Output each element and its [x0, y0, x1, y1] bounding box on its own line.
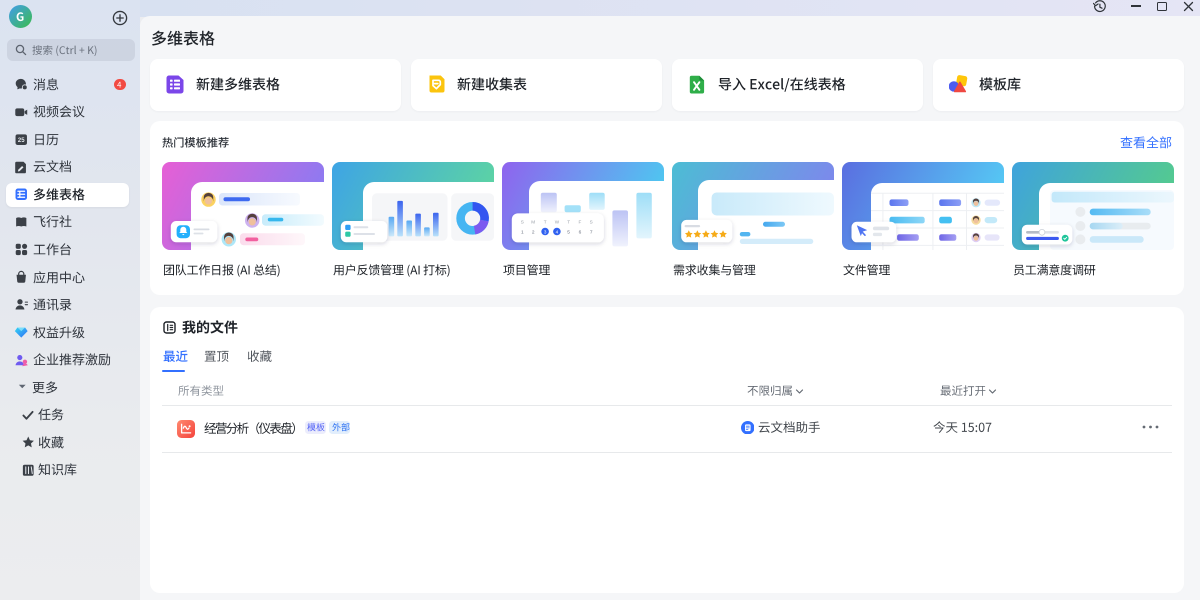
svg-text:M: M: [531, 220, 535, 225]
svg-text:5: 5: [567, 229, 570, 235]
svg-text:F: F: [578, 220, 581, 225]
svg-text:4: 4: [556, 229, 559, 234]
svg-text:W: W: [555, 220, 560, 225]
svg-text:6: 6: [579, 229, 582, 235]
svg-text:25: 25: [18, 138, 25, 144]
svg-text:T: T: [544, 220, 547, 225]
svg-text:S: S: [521, 220, 524, 225]
svg-text:3: 3: [544, 229, 547, 234]
svg-text:T: T: [567, 220, 570, 225]
svg-text:2: 2: [532, 229, 535, 235]
svg-text:7: 7: [590, 229, 593, 235]
svg-text:1: 1: [521, 229, 524, 235]
svg-text:S: S: [590, 220, 593, 225]
